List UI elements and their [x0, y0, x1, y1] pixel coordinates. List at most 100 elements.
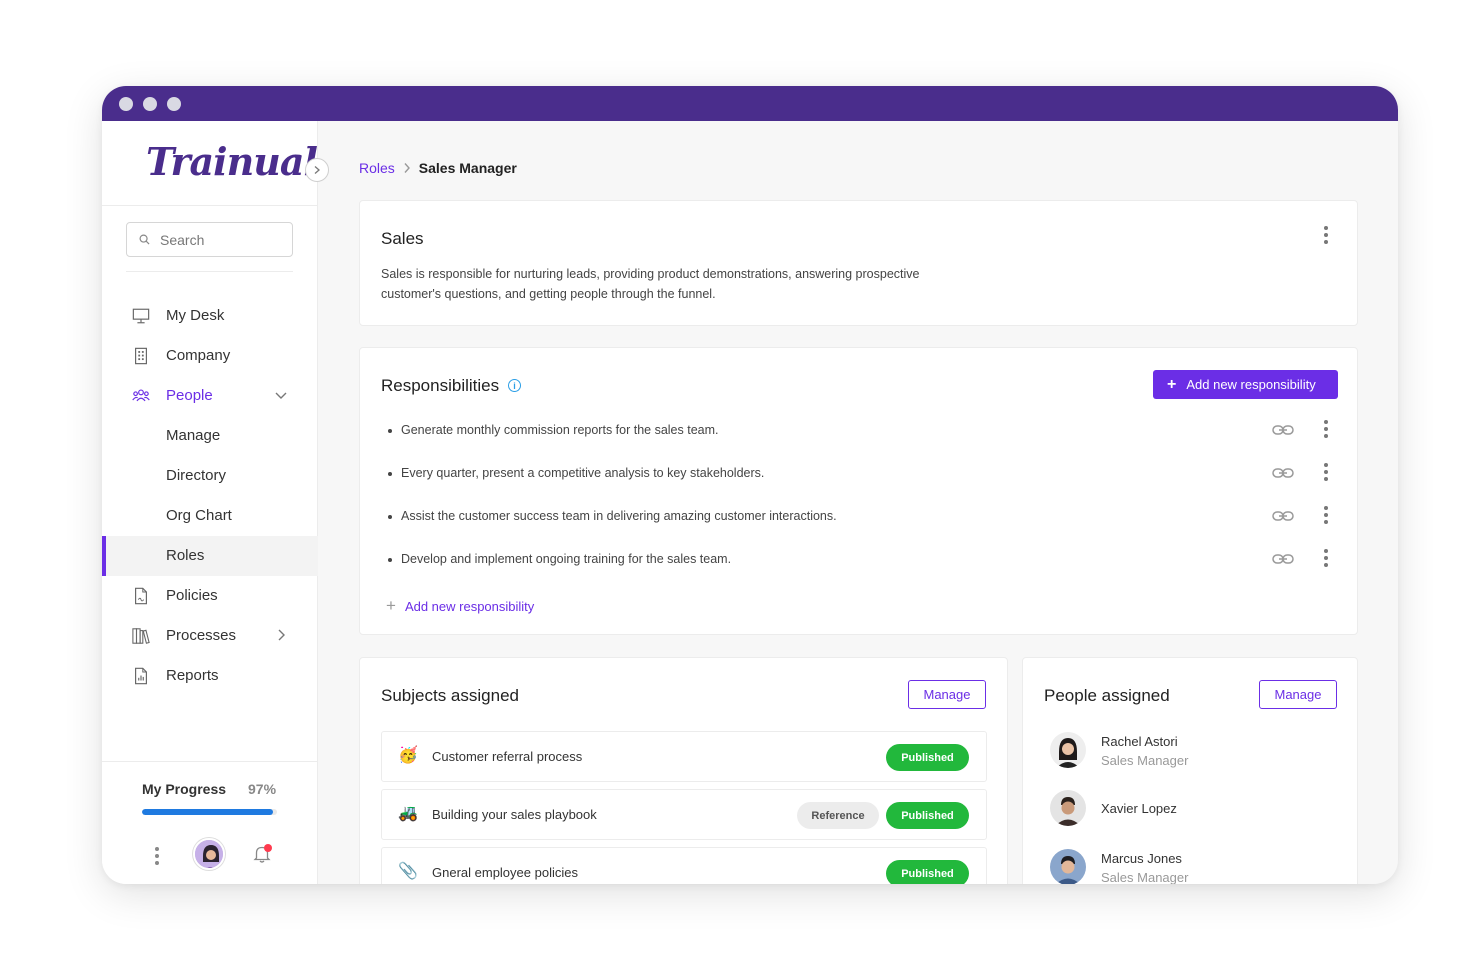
monitor-icon: [132, 308, 150, 324]
responsibility-row: Generate monthly commission reports for …: [382, 411, 1342, 454]
sidebar-subitem-roles[interactable]: Roles: [102, 536, 318, 576]
chevron-right-icon: [314, 166, 320, 174]
tractor-icon: 🚜: [398, 805, 418, 822]
person-item[interactable]: Rachel Astori Sales Manager: [1050, 732, 1330, 776]
party-face-icon: 🥳: [398, 747, 418, 764]
breadcrumb: Roles Sales Manager: [359, 160, 517, 176]
progress-bar: [142, 809, 277, 815]
search-input[interactable]: Search: [126, 222, 293, 257]
responsibility-text[interactable]: Every quarter, present a competitive ana…: [401, 466, 764, 480]
sidebar-collapse-button[interactable]: [305, 158, 329, 182]
responsibility-text[interactable]: Develop and implement ongoing training f…: [401, 552, 731, 566]
sidebar-subitem-directory[interactable]: Directory: [102, 456, 318, 496]
manage-subjects-button[interactable]: Manage: [908, 680, 986, 709]
info-icon[interactable]: i: [508, 379, 521, 392]
link-icon[interactable]: [1272, 552, 1294, 566]
reference-badge: Reference: [797, 802, 879, 829]
books-icon: [132, 628, 150, 644]
bullet: [388, 429, 392, 433]
avatar: [1050, 849, 1086, 884]
sidebar-item-label: Processes: [166, 627, 237, 644]
sidebar-item-label: My Desk: [166, 307, 225, 324]
status-badge: Published: [886, 802, 969, 829]
subject-row[interactable]: 🥳 Customer referral process Published: [381, 731, 987, 782]
progress-value: 97%: [248, 781, 277, 797]
person-item[interactable]: Marcus Jones Sales Manager: [1050, 849, 1330, 884]
divider: [126, 271, 293, 272]
add-responsibility-link[interactable]: + Add new responsibility: [386, 596, 534, 616]
search-placeholder: Search: [160, 231, 205, 248]
add-responsibility-label: Add new responsibility: [1186, 377, 1316, 392]
app-window: Trainual Search My Desk Company People M…: [102, 86, 1398, 884]
person-name: Marcus Jones: [1101, 851, 1182, 866]
avatar-portrait-icon: [1050, 849, 1086, 884]
role-more-icon[interactable]: [1324, 226, 1328, 244]
document-icon: [135, 587, 147, 605]
sidebar-item-label: Manage: [166, 427, 221, 444]
responsibility-more-icon[interactable]: [1324, 506, 1328, 524]
role-title: Sales: [381, 229, 424, 248]
subject-row[interactable]: 📎 Gneral employee policies Published: [381, 847, 987, 884]
subject-title: Customer referral process: [432, 749, 583, 764]
responsibility-more-icon[interactable]: [1324, 420, 1328, 438]
responsibility-row: Every quarter, present a competitive ana…: [382, 454, 1342, 497]
sidebar-item-label: Policies: [166, 587, 218, 604]
add-responsibility-link-label: Add new responsibility: [404, 598, 535, 614]
avatar-portrait-icon: [195, 840, 223, 868]
link-icon[interactable]: [1272, 423, 1294, 437]
breadcrumb-current: Sales Manager: [418, 160, 517, 176]
more-options-icon[interactable]: [154, 846, 160, 866]
responsibility-text[interactable]: Assist the customer success team in deli…: [401, 509, 837, 523]
progress-bar-fill: [142, 809, 273, 815]
responsibilities-title: Responsibilities: [381, 376, 500, 395]
sidebar-item-processes[interactable]: Processes: [102, 616, 318, 656]
window-close-dot[interactable]: [119, 97, 133, 111]
chevron-right-icon[interactable]: [274, 628, 288, 642]
responsibility-row: Assist the customer success team in deli…: [382, 497, 1342, 540]
sidebar-subitem-manage[interactable]: Manage: [102, 416, 318, 456]
search-icon: [139, 234, 150, 245]
avatar: [1050, 790, 1086, 826]
subjects-card: Subjects assigned Manage 🥳 Customer refe…: [359, 657, 1008, 884]
sidebar-item-people[interactable]: People: [102, 376, 318, 416]
progress-label: My Progress: [142, 781, 227, 797]
manage-people-button[interactable]: Manage: [1259, 680, 1337, 709]
window-maximize-dot[interactable]: [167, 97, 181, 111]
link-icon[interactable]: [1272, 466, 1294, 480]
plus-icon: +: [386, 596, 396, 615]
responsibilities-card: Responsibilities i + Add new responsibil…: [359, 347, 1358, 635]
subject-row[interactable]: 🚜 Building your sales playbook Reference…: [381, 789, 987, 840]
sidebar-item-policies[interactable]: Policies: [102, 576, 318, 616]
sidebar-item-reports[interactable]: Reports: [102, 656, 318, 696]
divider: [102, 205, 318, 206]
divider: [102, 761, 318, 762]
user-avatar[interactable]: [193, 838, 225, 870]
window-titlebar: [102, 86, 1398, 121]
sidebar-item-label: People: [166, 387, 213, 404]
app-logo[interactable]: Trainual: [146, 139, 318, 184]
paperclip-icon: 📎: [398, 863, 418, 880]
report-icon: [135, 667, 147, 685]
chevron-down-icon[interactable]: [274, 388, 288, 402]
responsibility-more-icon[interactable]: [1324, 463, 1328, 481]
people-icon: [132, 389, 150, 402]
person-role: Sales Manager: [1101, 870, 1189, 884]
building-icon: [135, 347, 147, 365]
people-title: People assigned: [1044, 686, 1170, 705]
bullet: [388, 515, 392, 519]
sidebar-subitem-org-chart[interactable]: Org Chart: [102, 496, 318, 536]
responsibility-text[interactable]: Generate monthly commission reports for …: [401, 423, 719, 437]
status-badge: Published: [886, 860, 969, 884]
window-minimize-dot[interactable]: [143, 97, 157, 111]
breadcrumb-roles-link[interactable]: Roles: [359, 160, 395, 176]
sidebar-item-my-desk[interactable]: My Desk: [102, 296, 318, 336]
link-icon[interactable]: [1272, 509, 1294, 523]
add-responsibility-button[interactable]: + Add new responsibility: [1153, 370, 1338, 399]
responsibility-more-icon[interactable]: [1324, 549, 1328, 567]
sidebar-item-label: Org Chart: [166, 507, 232, 524]
status-badge: Published: [886, 744, 969, 771]
sidebar-item-company[interactable]: Company: [102, 336, 318, 376]
people-card: People assigned Manage Rachel Astori Sal…: [1022, 657, 1358, 884]
sidebar-item-label: Company: [166, 347, 231, 364]
person-item[interactable]: Xavier Lopez: [1050, 790, 1330, 834]
